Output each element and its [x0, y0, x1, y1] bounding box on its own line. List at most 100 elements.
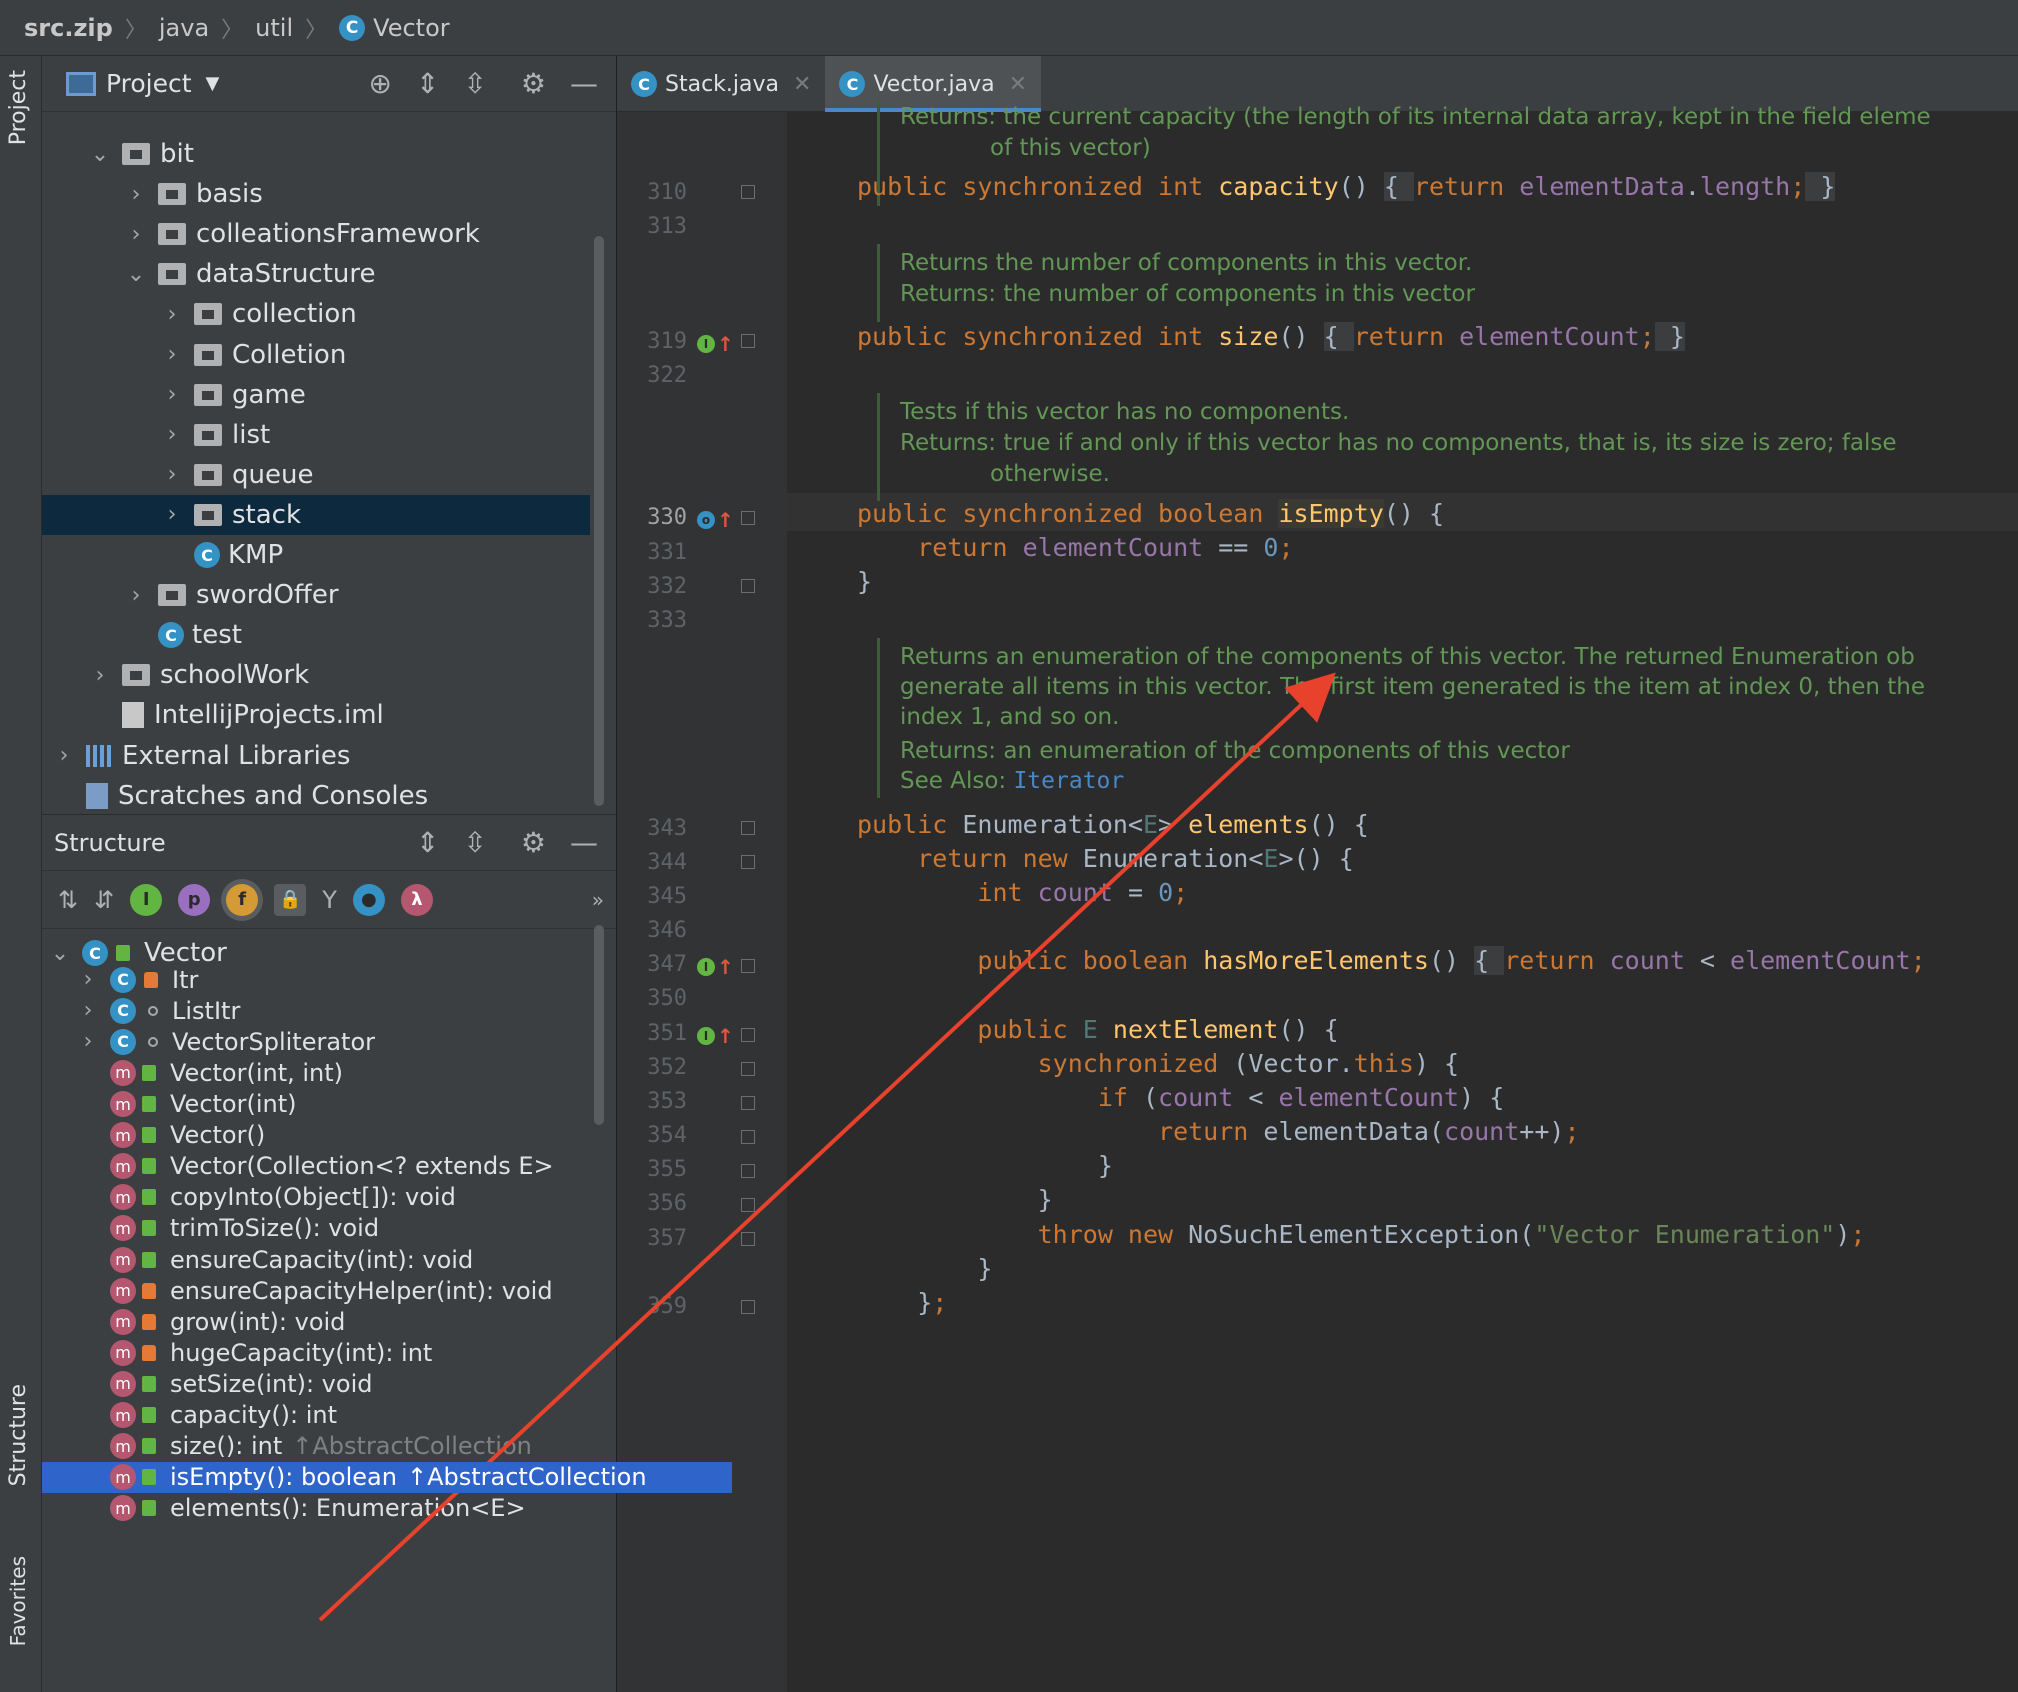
fold-marker-icon[interactable] — [741, 1232, 755, 1246]
collapse-all-icon[interactable]: ⇳ — [463, 826, 486, 859]
tree-item-swordoffer[interactable]: › swordOffer — [42, 575, 590, 615]
show-inherited-icon[interactable]: I — [130, 883, 163, 916]
chevron-right-icon[interactable]: › — [126, 222, 146, 247]
go-to-super-arrow-icon[interactable]: ↑ — [717, 332, 734, 356]
implements-method-icon[interactable]: I — [697, 335, 715, 353]
tree-item-basis[interactable]: › basis — [42, 174, 590, 214]
close-icon[interactable]: ✕ — [1009, 72, 1027, 97]
chevron-right-icon[interactable]: › — [126, 182, 146, 207]
favorites-tool-button[interactable]: Favorites — [6, 1556, 30, 1646]
structure-method-item[interactable]: m size(): int ↑AbstractCollection — [42, 1431, 590, 1462]
chevron-right-icon[interactable]: › — [162, 462, 182, 487]
structure-method-item[interactable]: m elements(): Enumeration<E> — [42, 1493, 590, 1524]
chevron-down-icon[interactable]: ⌄ — [50, 941, 70, 966]
chevron-right-icon[interactable]: › — [162, 422, 182, 447]
structure-method-item[interactable]: m Vector() — [42, 1120, 590, 1151]
chevron-right-icon[interactable]: › — [78, 967, 98, 992]
expand-all-icon[interactable]: ⇕ — [416, 826, 439, 859]
doc-link[interactable]: Iterator — [1013, 768, 1124, 794]
chevron-down-icon[interactable]: ▼ — [206, 73, 220, 94]
fold-marker-icon[interactable] — [741, 185, 755, 199]
tree-item-bit[interactable]: ⌄ bit — [42, 134, 590, 174]
fold-marker-icon[interactable] — [741, 1130, 755, 1144]
tree-item-colletion[interactable]: › Colletion — [42, 335, 590, 375]
implements-method-icon[interactable]: I — [697, 958, 715, 976]
chevron-right-icon[interactable]: › — [162, 342, 182, 367]
structure-method-item[interactable]: m Vector(int, int) — [42, 1057, 590, 1088]
fold-marker-icon[interactable] — [741, 855, 755, 869]
fold-marker-icon[interactable] — [741, 1300, 755, 1314]
chevron-right-icon[interactable]: › — [78, 1029, 98, 1054]
go-to-super-arrow-icon[interactable]: ↑ — [717, 955, 734, 979]
chevron-down-icon[interactable]: ⌄ — [126, 262, 146, 287]
tree-item-stack[interactable]: › stack — [42, 494, 590, 535]
show-properties-icon[interactable]: p — [178, 883, 211, 916]
fold-marker-icon[interactable] — [741, 959, 755, 973]
minimize-icon[interactable]: — — [570, 67, 598, 100]
chevron-right-icon[interactable]: › — [162, 382, 182, 407]
chevron-right-icon[interactable]: › — [78, 998, 98, 1023]
chevron-down-icon[interactable]: ⌄ — [90, 142, 110, 167]
implements-method-icon[interactable]: I — [697, 1027, 715, 1045]
structure-method-item[interactable]: m Vector(Collection<? extends E> — [42, 1151, 590, 1182]
breadcrumb-item[interactable]: java — [159, 14, 209, 42]
collapse-all-icon[interactable]: ⇳ — [463, 67, 486, 100]
tree-item-intellijprojects-iml[interactable]: IntellijProjects.iml — [42, 695, 590, 735]
structure-method-item[interactable]: m setSize(int): void — [42, 1368, 590, 1399]
gear-icon[interactable]: ⚙ — [521, 67, 546, 100]
tree-item-list[interactable]: › list — [42, 415, 590, 455]
tree-item-queue[interactable]: › queue — [42, 455, 590, 495]
structure-method-item[interactable]: m isEmpty(): boolean ↑AbstractCollection — [42, 1461, 732, 1493]
sort-by-visibility-icon[interactable]: ⇅ — [58, 886, 78, 914]
expand-all-icon[interactable]: ⇕ — [416, 67, 439, 100]
overrides-method-icon[interactable]: o — [697, 511, 715, 529]
chevron-right-icon[interactable]: › — [162, 302, 182, 327]
go-to-super-arrow-icon[interactable]: ↑ — [717, 1024, 734, 1048]
project-panel-title[interactable]: Project — [106, 69, 192, 98]
locate-icon[interactable]: ⊕ — [368, 67, 391, 100]
structure-class-item[interactable]: › C Itr — [42, 964, 590, 995]
structure-method-item[interactable]: m ensureCapacityHelper(int): void — [42, 1275, 590, 1306]
structure-method-item[interactable]: m capacity(): int — [42, 1400, 590, 1431]
structure-tool-button[interactable]: Structure — [6, 1384, 31, 1486]
show-classes-icon[interactable]: ● — [352, 883, 385, 916]
show-anonymous-icon[interactable]: Y — [322, 886, 337, 914]
structure-method-item[interactable]: m Vector(int) — [42, 1089, 590, 1120]
tree-item-collection[interactable]: › collection — [42, 294, 590, 334]
breadcrumb-item[interactable]: util — [255, 14, 293, 42]
close-icon[interactable]: ✕ — [793, 72, 811, 97]
project-tool-button[interactable]: Project — [6, 70, 31, 145]
fold-marker-icon[interactable] — [741, 1096, 755, 1110]
fold-marker-icon[interactable] — [741, 1198, 755, 1212]
show-non-public-icon[interactable]: 🔒 — [274, 883, 307, 916]
tree-item-colleationsframework[interactable]: › colleationsFramework — [42, 214, 590, 254]
code-editor[interactable]: C Stack.java ✕ C Vector.java ✕ Returns: … — [616, 56, 2018, 1692]
tree-item-test[interactable]: Ctest — [42, 615, 590, 655]
fold-marker-icon[interactable] — [741, 1062, 755, 1076]
chevron-right-icon[interactable]: › — [162, 502, 182, 527]
minimize-icon[interactable]: — — [570, 826, 598, 859]
more-icon[interactable]: » — [592, 888, 604, 912]
tab-stack-java[interactable]: C Stack.java ✕ — [617, 56, 825, 112]
fold-marker-icon[interactable] — [741, 334, 755, 348]
tree-item-game[interactable]: › game — [42, 375, 590, 415]
fold-marker-icon[interactable] — [741, 1028, 755, 1042]
structure-method-item[interactable]: m grow(int): void — [42, 1306, 590, 1337]
breadcrumb-item[interactable]: Vector — [373, 14, 449, 42]
tree-item-kmp[interactable]: C KMP — [42, 535, 590, 575]
tree-item-external-libraries[interactable]: › External Libraries — [42, 736, 590, 776]
structure-scrollbar[interactable] — [594, 925, 604, 1125]
fold-marker-icon[interactable] — [741, 1164, 755, 1178]
fold-marker-icon[interactable] — [741, 511, 755, 525]
chevron-right-icon[interactable]: › — [126, 583, 146, 608]
show-lambdas-icon[interactable]: λ — [400, 883, 433, 916]
structure-method-item[interactable]: m trimToSize(): void — [42, 1213, 590, 1244]
gear-icon[interactable]: ⚙ — [521, 826, 546, 859]
sort-alphabetically-icon[interactable]: ⇵ — [94, 886, 114, 914]
go-to-super-arrow-icon[interactable]: ↑ — [717, 508, 734, 532]
tree-item-schoolwork[interactable]: › schoolWork — [42, 655, 590, 695]
breadcrumb-item[interactable]: src.zip — [24, 14, 113, 42]
structure-method-item[interactable]: m copyInto(Object[]): void — [42, 1182, 590, 1213]
structure-method-item[interactable]: m hugeCapacity(int): int — [42, 1337, 590, 1368]
fold-marker-icon[interactable] — [741, 579, 755, 593]
